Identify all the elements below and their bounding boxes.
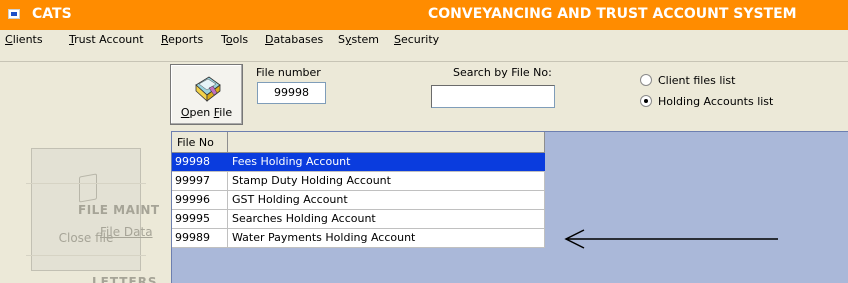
window-title: CONVEYANCING AND TRUST ACCOUNT SYSTEM xyxy=(428,6,797,22)
table-row[interactable]: 99995 Searches Holding Account xyxy=(172,210,545,229)
menu-system[interactable]: System xyxy=(337,33,380,46)
grid-header: File No xyxy=(172,132,545,153)
open-file-button[interactable]: Open File xyxy=(170,64,243,125)
app-name: CATS xyxy=(32,6,72,22)
table-row[interactable]: 99997 Stamp Duty Holding Account xyxy=(172,172,545,191)
menu-tools[interactable]: Tools xyxy=(220,33,249,46)
file-number-field[interactable]: 99998 xyxy=(257,82,326,104)
table-row[interactable]: 99996 GST Holding Account xyxy=(172,191,545,210)
nav-divider xyxy=(26,183,146,184)
menu-clients[interactable]: Clients xyxy=(4,33,44,46)
file-data-link[interactable]: File Data xyxy=(100,225,153,239)
client-files-label[interactable]: Client files list xyxy=(658,74,735,87)
nav-divider xyxy=(26,255,146,256)
menu-security[interactable]: Security xyxy=(393,33,440,46)
account-name-cell: Searches Holding Account xyxy=(229,210,545,228)
account-name-cell: Water Payments Holding Account xyxy=(229,229,545,247)
file-no-cell: 99997 xyxy=(172,172,228,190)
menu-bar: Clients Trust Account Reports Tools Data… xyxy=(0,30,848,62)
app-icon[interactable] xyxy=(8,9,20,19)
file-no-cell: 99989 xyxy=(172,229,228,247)
file-maint-heading: FILE MAINT xyxy=(78,203,160,217)
holding-accounts-grid[interactable]: File No 99998 Fees Holding Account 99997… xyxy=(172,132,545,248)
menu-reports[interactable]: Reports xyxy=(160,33,204,46)
file-no-cell: 99998 xyxy=(172,153,228,171)
file-number-label: File number xyxy=(256,66,321,79)
column-header-name[interactable] xyxy=(229,132,545,153)
letters-heading: LETTERS xyxy=(92,275,158,283)
holding-accounts-label[interactable]: Holding Accounts list xyxy=(658,95,773,108)
toolbar: Open File File number 99998 Search by Fi… xyxy=(0,62,848,128)
account-name-cell: GST Holding Account xyxy=(229,191,545,209)
column-header-file-no[interactable]: File No xyxy=(172,132,228,153)
client-files-radio[interactable] xyxy=(640,74,652,86)
account-name-cell: Fees Holding Account xyxy=(229,153,545,171)
holding-accounts-panel: File No 99998 Fees Holding Account 99997… xyxy=(171,131,848,283)
open-folder-icon xyxy=(195,76,221,102)
file-no-cell: 99995 xyxy=(172,210,228,228)
title-bar: CATS CONVEYANCING AND TRUST ACCOUNT SYST… xyxy=(0,0,848,30)
open-file-label: Open File xyxy=(180,106,233,119)
document-icon xyxy=(79,173,97,203)
left-arrow-icon xyxy=(564,229,778,249)
table-row[interactable]: 99998 Fees Holding Account xyxy=(172,153,545,172)
account-name-cell: Stamp Duty Holding Account xyxy=(229,172,545,190)
table-row[interactable]: 99989 Water Payments Holding Account xyxy=(172,229,545,248)
holding-accounts-radio[interactable] xyxy=(640,95,652,107)
search-label: Search by File No: xyxy=(453,66,552,79)
menu-trust-account[interactable]: Trust Account xyxy=(68,33,145,46)
search-file-input[interactable] xyxy=(431,85,555,108)
menu-databases[interactable]: Databases xyxy=(264,33,324,46)
file-no-cell: 99996 xyxy=(172,191,228,209)
